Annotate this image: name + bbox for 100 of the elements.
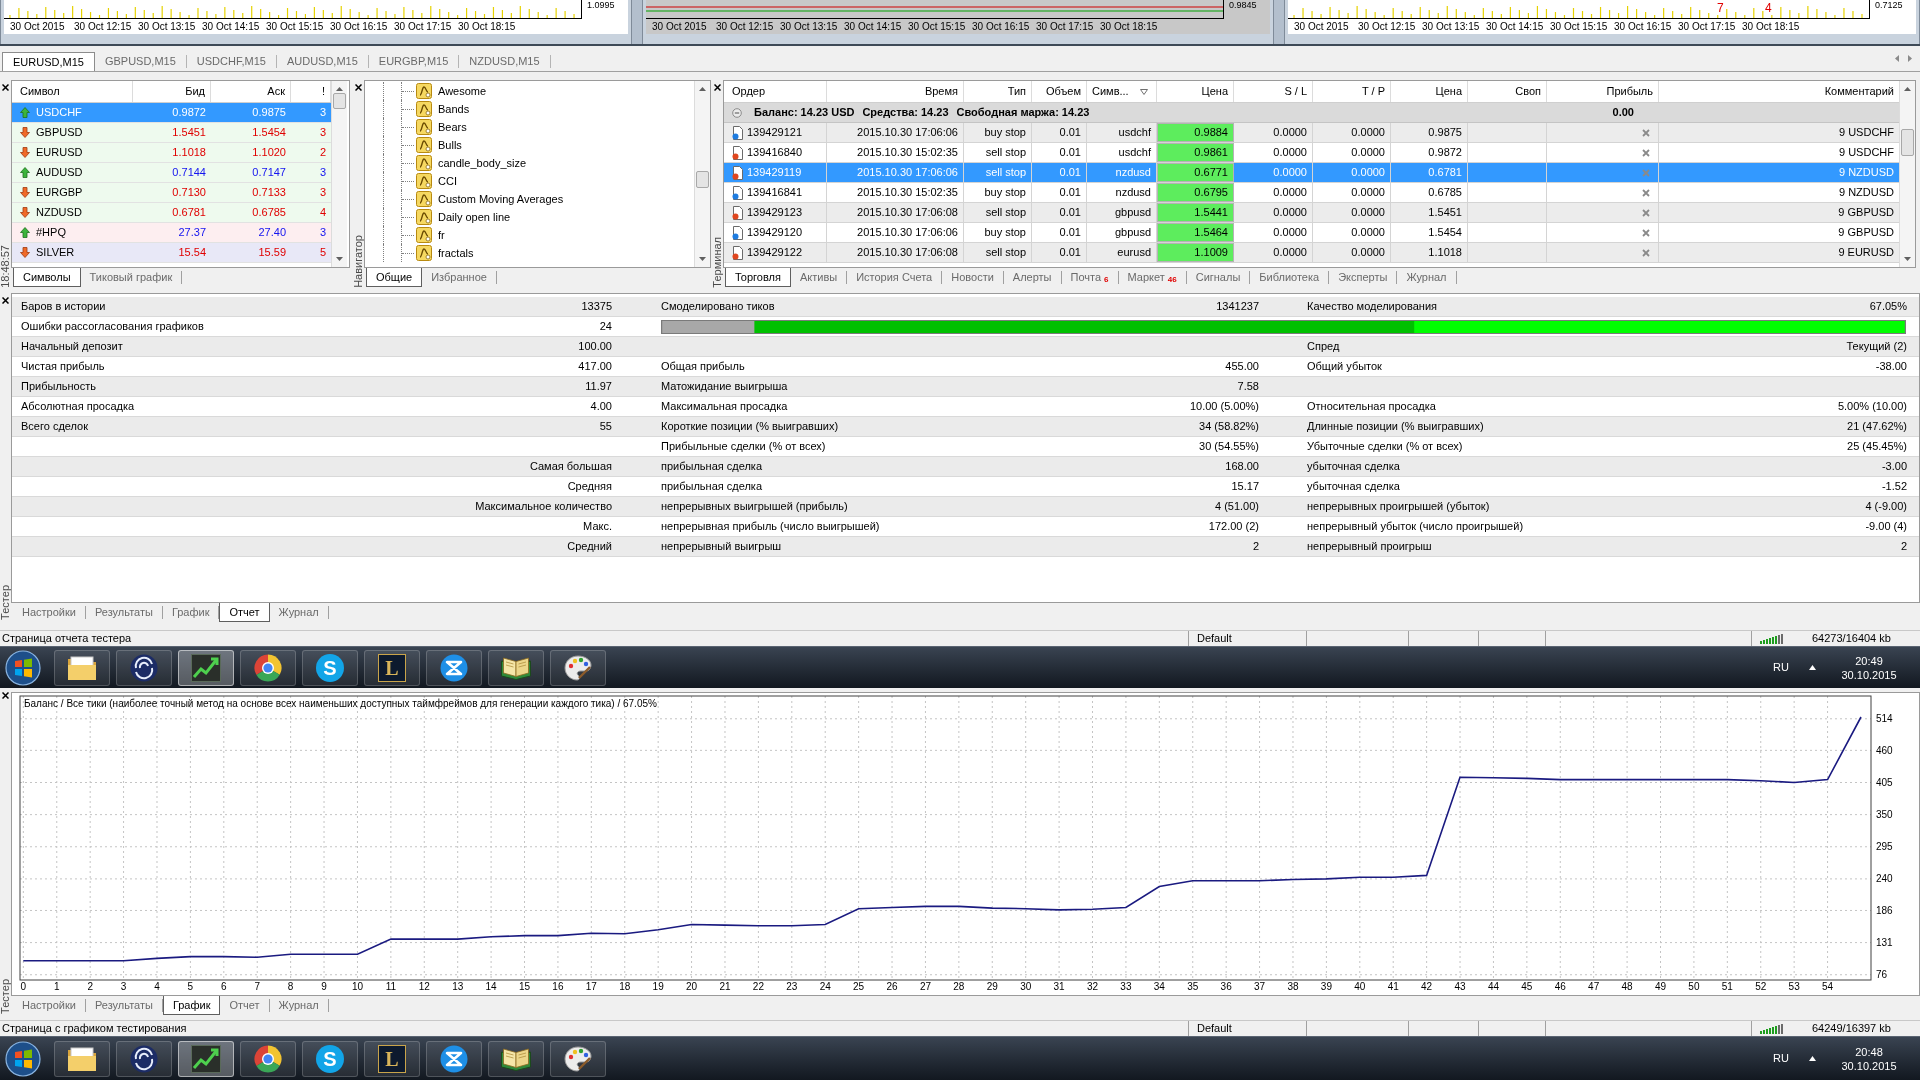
scroll-right-icon[interactable] (1908, 55, 1912, 62)
up-triangle-icon[interactable] (1809, 1056, 1816, 1061)
column-header[interactable]: Ордер (724, 81, 827, 102)
tree-item[interactable]: Custom Moving Averages (414, 190, 564, 208)
tab[interactable]: Эксперты (1329, 271, 1398, 284)
tab[interactable]: Символы (13, 268, 81, 287)
column-header[interactable]: Симв... (1087, 81, 1157, 102)
order-row[interactable]: 139429119 2015.10.30 17:06:06 sell stop 0.01 nzdusd 0.6771 0.0000 0.0000 0.6781 9 NZDUSD (724, 163, 1899, 183)
taskbar-button[interactable] (550, 1040, 606, 1077)
chart-tab[interactable]: GBPUSD,M15 (94, 55, 187, 68)
scroll-down-icon[interactable] (336, 257, 343, 261)
scroll-up-icon[interactable] (1904, 87, 1911, 91)
taskbar-button[interactable] (54, 1040, 110, 1077)
start-orb-icon[interactable] (5, 649, 41, 686)
tab[interactable]: Настройки (13, 606, 86, 619)
tree-item[interactable]: CCI (414, 172, 457, 190)
column-header[interactable]: Прибыль (1547, 81, 1659, 102)
taskbar-button[interactable]: L (364, 649, 420, 686)
tab[interactable]: Результаты (85, 606, 163, 619)
cross-icon[interactable] (1642, 208, 1650, 217)
clock-time[interactable]: 20:49 (1855, 653, 1883, 668)
collapse-icon[interactable] (732, 107, 742, 118)
scrollbar[interactable] (694, 81, 710, 267)
column-header[interactable]: Тип (964, 81, 1032, 102)
tree-item[interactable]: Awesome (414, 82, 487, 100)
tab[interactable]: Почта 6 (1061, 271, 1119, 284)
order-row[interactable]: 139429121 2015.10.30 17:06:06 buy stop 0.01 usdchf 0.9884 0.0000 0.0000 0.9875 9 USDCHF (724, 123, 1899, 143)
taskbar-button[interactable] (488, 1040, 544, 1077)
clock-date[interactable]: 30.10.2015 (1841, 1058, 1897, 1073)
taskbar-button[interactable] (178, 1040, 234, 1077)
column-header[interactable]: S / L (1234, 81, 1313, 102)
close-icon[interactable] (2, 297, 9, 304)
scroll-up-icon[interactable] (336, 87, 343, 91)
order-row[interactable]: 139416841 2015.10.30 15:02:35 buy stop 0.01 nzdusd 0.6795 0.0000 0.0000 0.6785 9 NZDUSD (724, 183, 1899, 203)
close-icon[interactable] (714, 84, 721, 91)
scrollbar-thumb[interactable] (696, 171, 709, 188)
tree-item[interactable]: Daily open line (414, 208, 511, 226)
tab[interactable]: Новости (942, 271, 1004, 284)
column-header[interactable]: Своп (1468, 81, 1547, 102)
tab[interactable]: Торговля (725, 268, 791, 287)
tab[interactable]: Избранное (422, 271, 497, 284)
chart-tab[interactable]: EURUSD,M15 (2, 52, 95, 71)
chart-tab[interactable]: EURGBP,M15 (368, 55, 460, 68)
column-header[interactable]: Цена (1157, 81, 1234, 102)
tab[interactable]: Журнал (1397, 271, 1457, 284)
order-row[interactable]: 139429122 2015.10.30 17:06:08 sell stop 0.01 eurusd 1.1009 0.0000 0.0000 1.1018 9 EURUSD (724, 243, 1899, 263)
symbol-row[interactable]: AUDUSD 0.7144 0.7147 3 (12, 163, 331, 183)
order-row[interactable]: 139429123 2015.10.30 17:06:08 sell stop 0.01 gbpusd 1.5441 0.0000 0.0000 1.5451 9 GBPUSD (724, 203, 1899, 223)
tab[interactable]: Настройки (13, 999, 86, 1012)
scroll-left-icon[interactable] (1895, 55, 1899, 62)
scroll-up-icon[interactable] (699, 87, 706, 91)
scroll-down-icon[interactable] (699, 257, 706, 261)
tab[interactable]: Библиотека (1250, 271, 1330, 284)
chart-tab[interactable]: AUDUSD,M15 (276, 55, 369, 68)
tab[interactable]: Отчет (219, 603, 270, 622)
tree-item[interactable]: Bulls (414, 136, 462, 154)
tab[interactable]: Маркет 46 (1118, 271, 1187, 284)
column-header[interactable]: Комментарий (1659, 81, 1899, 102)
taskbar-button[interactable] (240, 1040, 296, 1077)
column-header[interactable]: Аск (211, 81, 291, 102)
clock-time[interactable]: 20:48 (1855, 1044, 1883, 1059)
symbol-row[interactable]: GBPUSD 1.5451 1.5454 3 (12, 123, 331, 143)
scrollbar[interactable] (1899, 81, 1915, 267)
chart-tab[interactable]: NZDUSD,M15 (459, 55, 551, 68)
scroll-down-icon[interactable] (1904, 257, 1911, 261)
column-header[interactable]: Бид (133, 81, 211, 102)
tab[interactable]: Тиковый график (80, 271, 183, 284)
scrollbar-thumb[interactable] (1901, 129, 1914, 156)
tab[interactable]: Сигналы (1186, 271, 1251, 284)
symbol-row[interactable]: NZDUSD 0.6781 0.6785 4 (12, 203, 331, 223)
cross-icon[interactable] (1642, 148, 1650, 157)
taskbar-button[interactable]: L (364, 1040, 420, 1077)
taskbar-button[interactable] (550, 649, 606, 686)
symbol-row[interactable]: EURUSD 1.1018 1.1020 2 (12, 143, 331, 163)
taskbar-button[interactable] (54, 649, 110, 686)
taskbar-button[interactable] (178, 649, 234, 686)
taskbar-button[interactable] (116, 1040, 172, 1077)
up-triangle-icon[interactable] (1809, 665, 1816, 670)
tab[interactable]: Журнал (269, 606, 329, 619)
tab[interactable]: Активы (790, 271, 848, 284)
language-indicator[interactable]: RU (1773, 1052, 1789, 1065)
column-header[interactable]: Время (827, 81, 964, 102)
tab[interactable]: Отчет (220, 999, 270, 1012)
tree-item[interactable]: Bears (414, 118, 467, 136)
cross-icon[interactable] (1642, 228, 1650, 237)
column-header[interactable]: Объем (1032, 81, 1087, 102)
scrollbar-thumb[interactable] (333, 93, 346, 109)
cross-icon[interactable] (1642, 248, 1650, 257)
order-row[interactable]: 139416840 2015.10.30 15:02:35 sell stop 0.01 usdchf 0.9861 0.0000 0.0000 0.9872 9 USDCHF (724, 143, 1899, 163)
tab[interactable]: Общие (366, 268, 423, 287)
taskbar-button[interactable] (426, 649, 482, 686)
taskbar-button[interactable] (426, 1040, 482, 1077)
symbol-row[interactable]: #HPQ 27.37 27.40 3 (12, 223, 331, 243)
tab[interactable]: История Счета (847, 271, 943, 284)
symbol-row[interactable]: EURGBP 0.7130 0.7133 3 (12, 183, 331, 203)
taskbar-button[interactable] (116, 649, 172, 686)
language-indicator[interactable]: RU (1773, 661, 1789, 674)
clock-date[interactable]: 30.10.2015 (1841, 667, 1897, 682)
taskbar-button[interactable] (488, 649, 544, 686)
taskbar-button[interactable] (240, 649, 296, 686)
